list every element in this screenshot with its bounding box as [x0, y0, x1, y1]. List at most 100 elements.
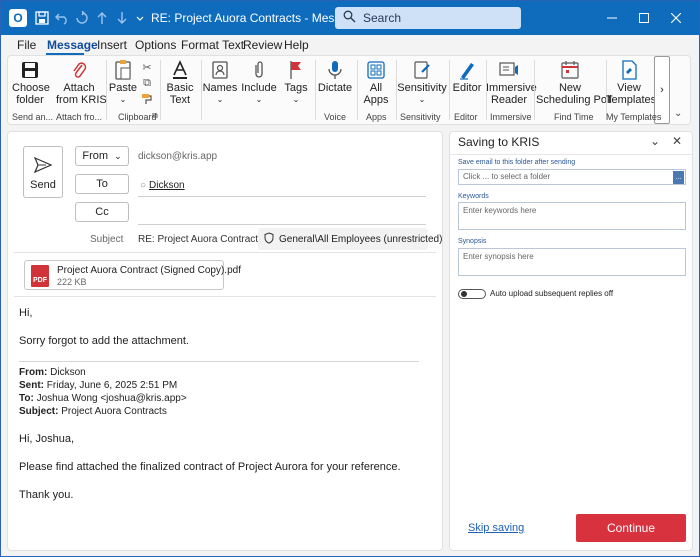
tab-insert[interactable]: Insert [97, 38, 127, 52]
view-templates-label-2: Templates [606, 94, 657, 106]
group-label-send: Send an... [12, 112, 54, 122]
toggle-knob [461, 291, 467, 297]
group-label-voice: Voice [324, 112, 347, 122]
chevron-down-icon: ⌄ [418, 95, 426, 104]
outlook-window: O RE: Project Auora Contracts - Message … [0, 0, 700, 557]
maximize-button[interactable] [629, 7, 659, 29]
attach-from-kris-button[interactable]: Attach from KRIS [56, 58, 107, 110]
minimize-button[interactable] [597, 7, 627, 29]
editor-pen-icon [450, 58, 484, 82]
presence-icon: ○ [140, 180, 147, 191]
format-painter-icon[interactable] [140, 92, 154, 106]
immersive-reader-button[interactable]: Immersive Reader [486, 58, 537, 110]
save-disk-icon [12, 58, 48, 82]
tags-button[interactable]: Tags ⌄ [280, 58, 312, 110]
quote-subject: Subject: Project Auora Contracts [19, 406, 167, 417]
cc-button[interactable]: Cc [75, 202, 129, 222]
pane-close-icon[interactable]: ✕ [672, 134, 682, 148]
keywords-input[interactable]: Enter keywords here [458, 202, 686, 230]
pane-title: Saving to KRIS [458, 135, 540, 149]
arrow-down-icon[interactable] [113, 9, 131, 27]
sensitivity-button[interactable]: Sensitivity ⌄ [396, 58, 448, 110]
cc-label: Cc [95, 206, 109, 218]
body-line[interactable]: Sorry forgot to add the attachment. [19, 335, 189, 347]
tab-file[interactable]: File [17, 38, 36, 52]
to-recipient-chip[interactable]: ○ Dickson [140, 180, 185, 191]
tab-options[interactable]: Options [135, 38, 176, 52]
pane-options-chevron-icon[interactable]: ⌄ [650, 134, 660, 148]
folder-input[interactable]: Click ... to select a folder ... [458, 169, 686, 185]
quote-greeting[interactable]: Hi, Joshua, [19, 433, 74, 445]
tab-format-text[interactable]: Format Text [181, 38, 244, 52]
names-label: Names [202, 82, 238, 94]
sensitivity-badge[interactable]: General\All Employees (unrestricted) ⌄ [258, 228, 442, 250]
choose-folder-label-2: folder [16, 94, 44, 106]
skip-saving-link[interactable]: Skip saving [468, 522, 524, 534]
basic-text-label-2: Text [169, 94, 191, 106]
chevron-down-icon: ⌄ [255, 95, 263, 104]
continue-button[interactable]: Continue [576, 514, 686, 542]
sensitivity-label-text: General\All Employees (unrestricted) [279, 233, 443, 245]
tab-help[interactable]: Help [284, 38, 309, 52]
poll-label-1: New [558, 82, 581, 94]
search-box[interactable]: Search [335, 7, 521, 29]
folder-placeholder: Click ... to select a folder [463, 172, 551, 181]
tab-message[interactable]: Message [47, 38, 98, 52]
close-button[interactable] [661, 7, 691, 29]
basic-text-button[interactable]: Basic Text [162, 58, 198, 110]
redo-icon[interactable] [73, 9, 91, 27]
attachment-card[interactable]: PDF Project Auora Contract (Signed Copy)… [24, 260, 241, 290]
clipboard-icon [108, 58, 138, 82]
chevron-down-icon[interactable]: ⌄ [209, 269, 217, 280]
kris-side-pane: Saving to KRIS ⌄ ✕ Save email to this fo… [449, 131, 693, 551]
cut-icon[interactable]: ✂ [140, 60, 154, 74]
all-apps-button[interactable]: All Apps [358, 58, 394, 110]
basic-text-label-1: Basic [166, 82, 194, 94]
subject-input[interactable]: RE: Project Auora Contracts [138, 234, 263, 245]
undo-icon[interactable] [53, 9, 71, 27]
view-templates-button[interactable]: View Templates [606, 58, 657, 110]
group-label-my-templates: My Templates [606, 112, 662, 122]
send-button[interactable]: Send [23, 146, 63, 198]
quote-separator [19, 361, 419, 362]
choose-folder-button[interactable]: Choose folder [12, 58, 50, 110]
send-icon [24, 147, 62, 173]
ribbon-tabs: File Message Insert Options Format Text … [1, 35, 699, 55]
names-button[interactable]: Names ⌄ [202, 58, 238, 110]
to-button[interactable]: To [75, 174, 129, 194]
customize-quick-access-icon[interactable] [131, 9, 149, 27]
to-label: To [96, 178, 108, 190]
paperclip-icon [56, 58, 102, 82]
auto-upload-label: Auto upload subsequent replies off [490, 289, 614, 298]
from-button[interactable]: From ⌄ [75, 146, 129, 166]
editor-button[interactable]: Editor [450, 58, 484, 110]
dictate-button[interactable]: Dictate [316, 58, 354, 110]
include-button[interactable]: Include ⌄ [240, 58, 278, 110]
attach-label-1: Attach [63, 82, 95, 94]
divider [450, 154, 692, 155]
save-icon[interactable] [33, 9, 51, 27]
clipboard-launcher-icon[interactable]: ⧉ [150, 111, 160, 121]
quote-thanks[interactable]: Thank you. [19, 489, 73, 501]
all-apps-label-2: Apps [363, 94, 389, 106]
paste-button[interactable]: Paste ⌄ [108, 58, 138, 110]
body-greeting[interactable]: Hi, [19, 307, 32, 319]
auto-upload-toggle[interactable] [458, 289, 486, 299]
divider [14, 252, 436, 253]
copy-icon[interactable]: ⧉ [140, 76, 154, 90]
new-scheduling-poll-button[interactable]: New Scheduling Poll [536, 58, 612, 110]
tab-review[interactable]: Review [243, 38, 282, 52]
ribbon: Choose folder Attach from KRIS Paste ⌄ ✂… [7, 55, 691, 125]
calendar-poll-icon [536, 58, 604, 82]
all-apps-label-1: All [369, 82, 383, 94]
synopsis-input[interactable]: Enter synopsis here [458, 248, 686, 276]
dictate-label: Dictate [317, 82, 353, 94]
arrow-up-icon[interactable] [93, 9, 111, 27]
paperclip-icon [240, 58, 278, 82]
immersive-label-2: Reader [490, 94, 528, 106]
paste-label: Paste [108, 82, 138, 94]
quote-body-line[interactable]: Please find attached the finalized contr… [19, 461, 401, 473]
synopsis-label: Synopsis [458, 238, 487, 245]
ribbon-collapse-chevron-icon[interactable]: ⌄ [674, 108, 682, 119]
browse-folder-button[interactable]: ... [673, 171, 684, 184]
